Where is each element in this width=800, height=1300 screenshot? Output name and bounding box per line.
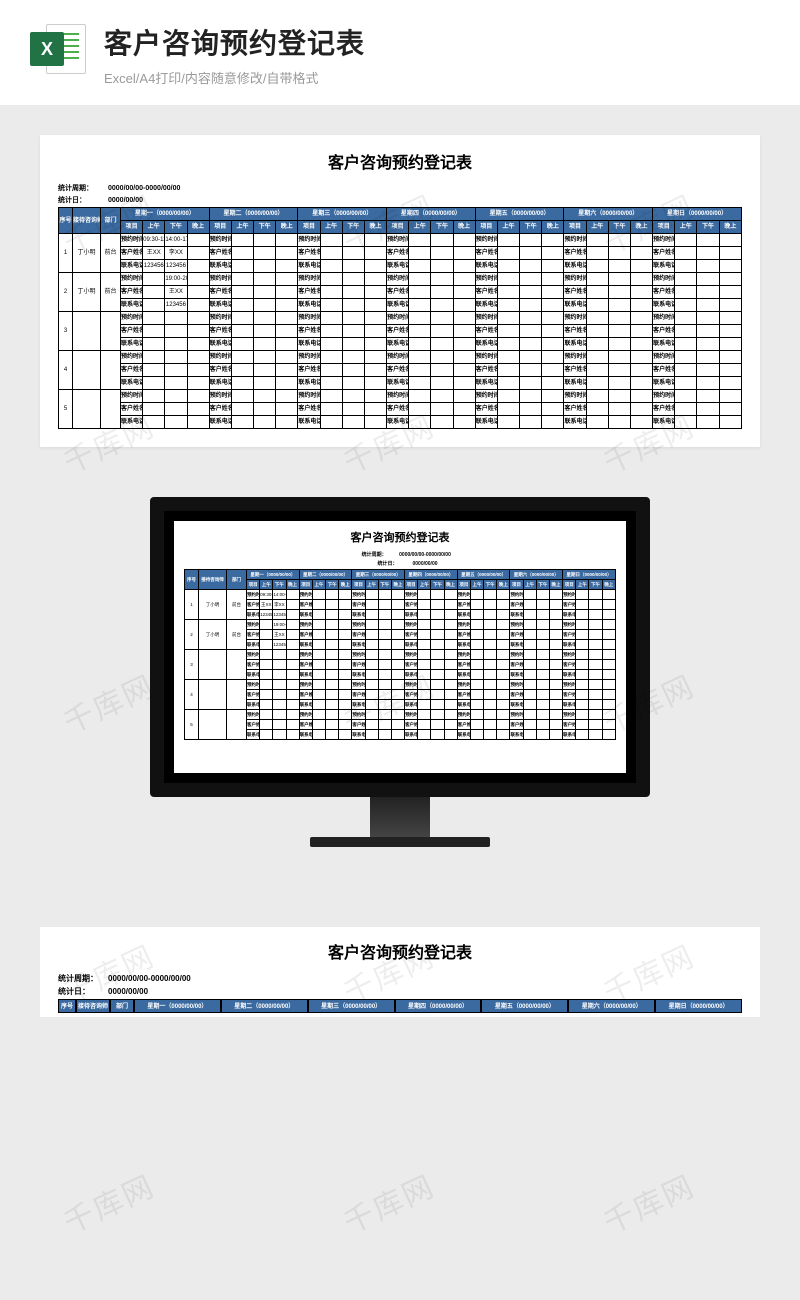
spreadsheet-preview-bottom: 客户咨询预约登记表 统计周期：0000/00/00-0000/00/00 统计日… (40, 927, 760, 1017)
table-head: 序号接待咨询师部门星期一（0000/00/00）星期二（0000/00/00）星… (59, 208, 742, 234)
monitor-screen: 客户咨询预约登记表 统计周期：0000/00/00-0000/00/00 统计日… (150, 497, 650, 797)
table-row: 联系电话联系电话联系电话联系电话联系电话联系电话联系电话 (185, 700, 616, 710)
table-row: 1丁小明前台预约时间09:30-11:0014:00-17:00预约时间预约时间… (185, 590, 616, 600)
page-subtitle: Excel/A4打印/内容随意修改/自带格式 (104, 68, 770, 87)
table-row: 客户姓名客户姓名客户姓名客户姓名客户姓名客户姓名客户姓名 (185, 690, 616, 700)
table-body: 1丁小明前台预约时间09:30-11:0014:00-17:00预约时间预约时间… (185, 590, 616, 740)
table-row: 联系电话123456123456联系电话联系电话联系电话联系电话联系电话联系电话 (59, 260, 742, 273)
registration-table: 序号接待咨询师部门星期一（0000/00/00）星期二（0000/00/00）星… (184, 569, 616, 740)
table-row: 客户姓名客户姓名客户姓名客户姓名客户姓名客户姓名客户姓名 (59, 325, 742, 338)
table-row: 联系电话联系电话联系电话联系电话联系电话联系电话联系电话 (185, 670, 616, 680)
excel-icon: X (30, 22, 86, 78)
table-row: 客户姓名王XX客户姓名客户姓名客户姓名客户姓名客户姓名客户姓名 (59, 286, 742, 299)
table-row: 3预约时间预约时间预约时间预约时间预约时间预约时间预约时间 (185, 650, 616, 660)
table-row: 客户姓名客户姓名客户姓名客户姓名客户姓名客户姓名客户姓名 (59, 403, 742, 416)
table-row: 客户姓名客户姓名客户姓名客户姓名客户姓名客户姓名客户姓名 (59, 364, 742, 377)
meta-date: 统计日：0000/00/00 (58, 195, 742, 205)
spreadsheet-preview-top: 客户咨询预约登记表 统计周期：0000/00/00-0000/00/00 统计日… (40, 135, 760, 447)
table-row: 联系电话联系电话联系电话联系电话联系电话联系电话联系电话 (59, 416, 742, 429)
table-row: 5预约时间预约时间预约时间预约时间预约时间预约时间预约时间 (185, 710, 616, 720)
table-row: 联系电话123456联系电话联系电话联系电话联系电话联系电话联系电话 (185, 640, 616, 650)
sheet-title: 客户咨询预约登记表 (58, 939, 742, 963)
table-row: 客户姓名王XX李XX客户姓名客户姓名客户姓名客户姓名客户姓名客户姓名 (185, 600, 616, 610)
bottom-day-header: 序号接待咨询师部门星期一（0000/00/00）星期二（0000/00/00）星… (58, 999, 742, 1013)
table-row: 客户姓名客户姓名客户姓名客户姓名客户姓名客户姓名客户姓名 (185, 660, 616, 670)
meta-date: 统计日：0000/00/00 (184, 560, 616, 567)
table-row: 联系电话联系电话联系电话联系电话联系电话联系电话联系电话 (59, 377, 742, 390)
table-row: 5预约时间预约时间预约时间预约时间预约时间预约时间预约时间 (59, 390, 742, 403)
table-row: 4预约时间预约时间预约时间预约时间预约时间预约时间预约时间 (59, 351, 742, 364)
table-body: 1丁小明前台预约时间09:30-11:0014:00-17:00预约时间预约时间… (59, 234, 742, 429)
page-header: X 客户咨询预约登记表 Excel/A4打印/内容随意修改/自带格式 (0, 0, 800, 105)
monitor-stand-base (310, 837, 490, 847)
page-title: 客户咨询预约登记表 (104, 22, 770, 62)
table-row: 联系电话联系电话联系电话联系电话联系电话联系电话联系电话 (185, 730, 616, 740)
sheet-title: 客户咨询预约登记表 (184, 529, 616, 545)
table-row: 客户姓名客户姓名客户姓名客户姓名客户姓名客户姓名客户姓名 (185, 720, 616, 730)
table-row: 客户姓名王XX李XX客户姓名客户姓名客户姓名客户姓名客户姓名客户姓名 (59, 247, 742, 260)
meta-period: 统计周期：0000/00/00-0000/00/00 (58, 183, 742, 193)
watermark: 千库网 (595, 1162, 701, 1242)
meta-period: 统计周期：0000/00/00-0000/00/00 (184, 551, 616, 558)
table-row: 联系电话123456123456联系电话联系电话联系电话联系电话联系电话联系电话 (185, 610, 616, 620)
table-row: 2丁小明前台预约时间19:00-20:00预约时间预约时间预约时间预约时间预约时… (59, 273, 742, 286)
monitor-stand-neck (370, 797, 430, 837)
registration-table: 序号接待咨询师部门星期一（0000/00/00）星期二（0000/00/00）星… (58, 207, 742, 429)
table-row: 客户姓名王XX客户姓名客户姓名客户姓名客户姓名客户姓名客户姓名 (185, 630, 616, 640)
watermark: 千库网 (55, 1162, 161, 1242)
table-row: 4预约时间预约时间预约时间预约时间预约时间预约时间预约时间 (185, 680, 616, 690)
sheet-title: 客户咨询预约登记表 (58, 149, 742, 173)
table-row: 1丁小明前台预约时间09:30-11:0014:00-17:00预约时间预约时间… (59, 234, 742, 247)
table-row: 2丁小明前台预约时间19:00-20:00预约时间预约时间预约时间预约时间预约时… (185, 620, 616, 630)
watermark: 千库网 (335, 1162, 441, 1242)
table-row: 联系电话联系电话联系电话联系电话联系电话联系电话联系电话 (59, 338, 742, 351)
monitor-mockup: 客户咨询预约登记表 统计周期：0000/00/00-0000/00/00 统计日… (40, 497, 760, 847)
table-head: 序号接待咨询师部门星期一（0000/00/00）星期二（0000/00/00）星… (185, 570, 616, 590)
table-row: 3预约时间预约时间预约时间预约时间预约时间预约时间预约时间 (59, 312, 742, 325)
meta-date: 统计日：0000/00/00 (58, 986, 742, 997)
table-row: 联系电话123456联系电话联系电话联系电话联系电话联系电话联系电话 (59, 299, 742, 312)
meta-period: 统计周期：0000/00/00-0000/00/00 (58, 973, 742, 984)
